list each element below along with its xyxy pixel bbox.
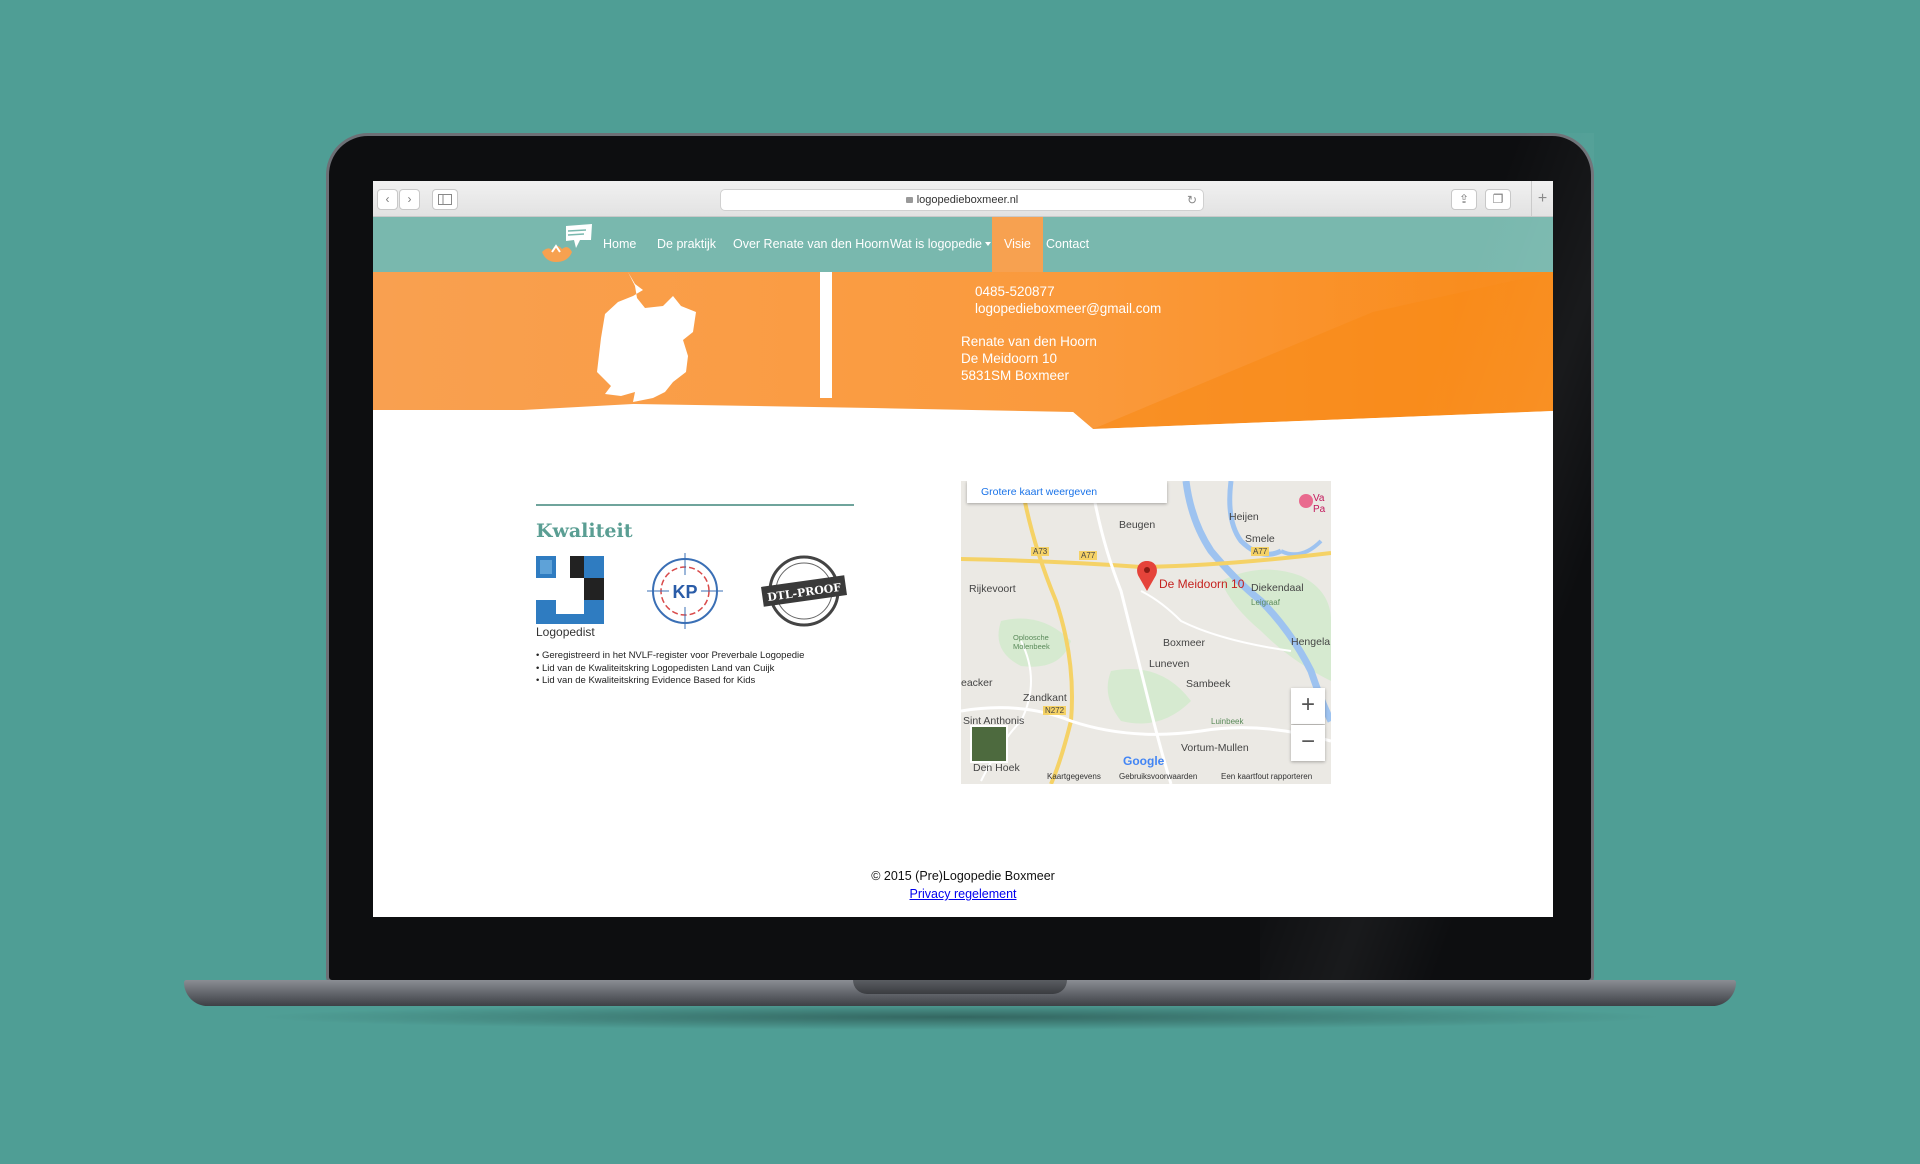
contact-street: De Meidoorn 10 <box>961 351 1058 366</box>
contact-name: Renate van den Hoorn <box>961 334 1097 349</box>
sidebar-icon <box>438 194 452 205</box>
laptop-screen: ‹ › logopedieboxmeer.nl ↻ ⇪ ❐ + Home De … <box>373 181 1553 917</box>
map-label: Luinbeek <box>1211 717 1244 726</box>
laptop-notch <box>853 980 1067 994</box>
list-item: • Lid van de Kwaliteitskring Evidence Ba… <box>536 675 756 686</box>
nav-item-label: Wat is logopedie <box>890 237 982 251</box>
share-button[interactable]: ⇪ <box>1451 189 1477 210</box>
zoom-in-button[interactable]: + <box>1291 688 1325 724</box>
copyright-text: © 2015 (Pre)Logopedie Boxmeer <box>871 869 1055 883</box>
phone-number[interactable]: 0485-520877 <box>961 283 1161 300</box>
share-icon: ⇪ <box>1458 192 1470 206</box>
forward-button[interactable]: › <box>399 189 420 210</box>
email-link[interactable]: logopedieboxmeer@gmail.com <box>961 300 1161 317</box>
section-divider <box>536 504 854 506</box>
map-label: Oploosche Molenbeek <box>1013 633 1050 651</box>
map-label: Vortum-Mullen <box>1181 742 1249 754</box>
tabs-button[interactable]: ❐ <box>1485 189 1511 210</box>
laptop-shadow <box>250 1004 1670 1030</box>
map-label: Heijen <box>1229 511 1259 523</box>
map-label: Va Pa <box>1313 493 1326 515</box>
nvlf-logo-icon <box>536 556 604 624</box>
map-label: Sint Anthonis <box>963 715 1025 727</box>
back-button[interactable]: ‹ <box>377 189 398 210</box>
google-logo: Google <box>1123 754 1165 768</box>
nav-item-de-praktijk[interactable]: De praktijk <box>645 217 728 272</box>
nav-item-contact[interactable]: Contact <box>1034 217 1101 272</box>
map-label: Boxmeer <box>1163 637 1206 649</box>
address-bar[interactable]: logopedieboxmeer.nl ↻ <box>720 189 1204 211</box>
map-pin-label: De Meidoorn 10 <box>1159 577 1245 591</box>
lock-icon <box>905 197 913 203</box>
map-label: Beugen <box>1119 519 1156 531</box>
chevron-right-icon: › <box>407 192 412 206</box>
logo-icon[interactable] <box>538 222 598 268</box>
chevron-left-icon: ‹ <box>385 192 390 206</box>
url-text: logopedieboxmeer.nl <box>916 194 1019 206</box>
nav-item-home[interactable]: Home <box>591 217 648 272</box>
list-item: • Geregistreerd in het NVLF-register voo… <box>536 650 805 661</box>
road-label: A77 <box>1079 551 1098 560</box>
tabs-icon: ❐ <box>1492 192 1504 206</box>
nav-item-over-renate[interactable]: Over Renate van den Hoorn <box>721 217 901 272</box>
dtl-proof-logo-icon: DTL-PROOF <box>761 555 847 627</box>
quality-title: Kwaliteit <box>536 520 633 542</box>
quality-bullet-list: • Geregistreerd in het NVLF-register voo… <box>536 650 804 688</box>
caret-down-icon <box>984 242 991 246</box>
map-label: Diekendaal <box>1251 582 1304 594</box>
road-label: A77 <box>1251 547 1270 556</box>
road-label: A73 <box>1031 547 1050 556</box>
logopedist-label: Logopedist <box>536 625 595 639</box>
map-terms-link[interactable]: Gebruiksvoorwaarden <box>1119 772 1197 781</box>
contact-city: 5831SM Boxmeer <box>961 368 1070 383</box>
reload-icon[interactable]: ↻ <box>1187 190 1197 210</box>
new-tab-button[interactable]: + <box>1531 181 1553 217</box>
browser-toolbar: ‹ › logopedieboxmeer.nl ↻ ⇪ ❐ + <box>373 181 1553 217</box>
map-label: Luneven <box>1149 658 1190 670</box>
map-label: Sambeek <box>1186 678 1231 690</box>
map-label: eacker <box>961 677 993 689</box>
map-footer: Kaartgegevens Gebruiksvoorwaarden Een ka… <box>961 770 1331 784</box>
map-report-link[interactable]: Een kaartfout rapporteren <box>1221 772 1312 781</box>
sidebar-button[interactable] <box>432 189 458 210</box>
map-label: Rijkevoort <box>969 583 1016 595</box>
road-label: N272 <box>1043 706 1067 715</box>
list-item: • Lid van de Kwaliteitskring Logopediste… <box>536 662 775 674</box>
map-label: Zandkant <box>1023 692 1067 704</box>
map-label: Leigraaf <box>1251 598 1280 607</box>
map-data-link[interactable]: Kaartgegevens <box>1047 772 1101 781</box>
map-label: Smele <box>1245 533 1275 545</box>
site-navigation: Home De praktijk Over Renate van den Hoo… <box>373 217 1553 272</box>
zoom-out-button[interactable]: − <box>1291 725 1325 761</box>
nav-item-wat-is-logopedie[interactable]: Wat is logopedie <box>878 217 1003 272</box>
google-map[interactable]: Grotere kaart weergeven De Meidoorn 10 H… <box>961 481 1331 784</box>
contact-block: 0485-520877 logopedieboxmeer@gmail.com R… <box>961 283 1161 384</box>
larger-map-button[interactable]: Grotere kaart weergeven <box>967 481 1167 503</box>
privacy-link[interactable]: Privacy regelement <box>373 887 1553 901</box>
map-label: Hengela <box>1291 636 1331 648</box>
hero-banner: 0485-520877 logopedieboxmeer@gmail.com R… <box>373 272 1553 432</box>
kp-logo-icon: KP <box>647 553 723 629</box>
kp-text: KP <box>672 582 697 602</box>
